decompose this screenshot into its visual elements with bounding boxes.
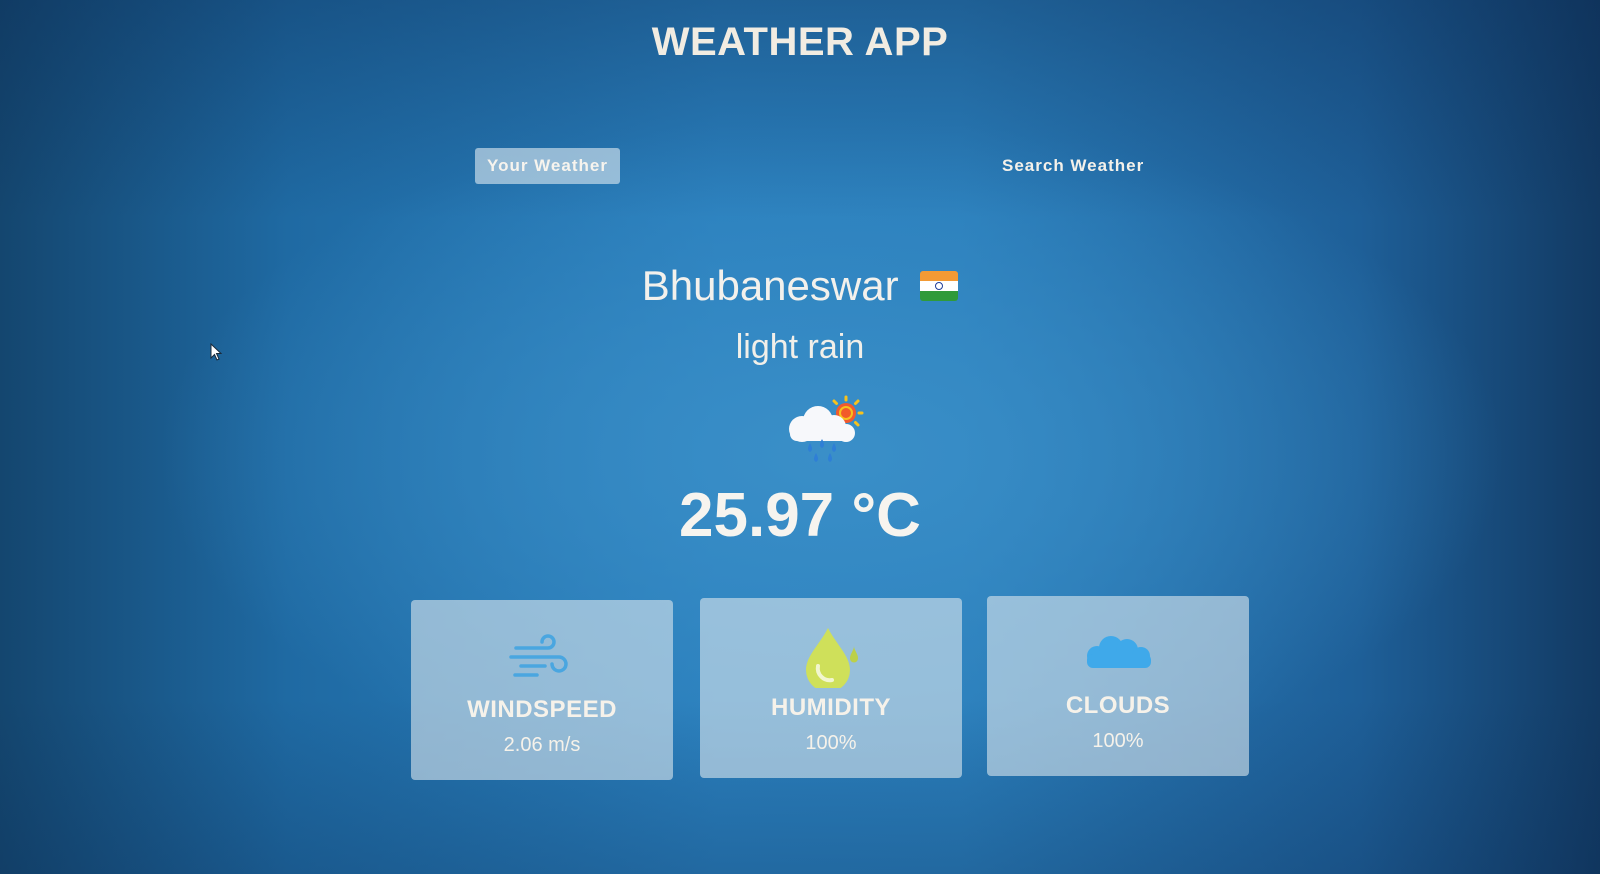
india-flag-icon [920,270,959,301]
location-heading: Bhubaneswar [0,262,1600,310]
humidity-card: HUMIDITY 100% [700,598,962,778]
clouds-label: CLOUDS [1065,692,1171,719]
mouse-pointer-icon [210,342,224,368]
clouds-value: 100% [1092,730,1144,752]
humidity-value: 100% [805,732,857,754]
rain-cloud-sun-icon [780,395,880,467]
app-title: WEATHER APP [651,20,949,64]
wind-icon [411,628,673,684]
city-name: Bhubaneswar [641,262,899,309]
windspeed-card: WINDSPEED 2.06 m/s [411,600,673,780]
weather-description: light rain [735,328,865,366]
humidity-drop-icon [700,626,962,692]
cloud-icon [987,624,1249,680]
windspeed-label: WINDSPEED [467,696,617,723]
temperature-value: 25.97 °C [679,481,921,550]
windspeed-value: 2.06 m/s [503,734,581,756]
humidity-label: HUMIDITY [771,694,891,721]
tab-your-weather[interactable]: Your Weather [475,148,620,184]
tab-search-weather[interactable]: Search Weather [990,148,1156,184]
clouds-card: CLOUDS 100% [987,596,1249,776]
